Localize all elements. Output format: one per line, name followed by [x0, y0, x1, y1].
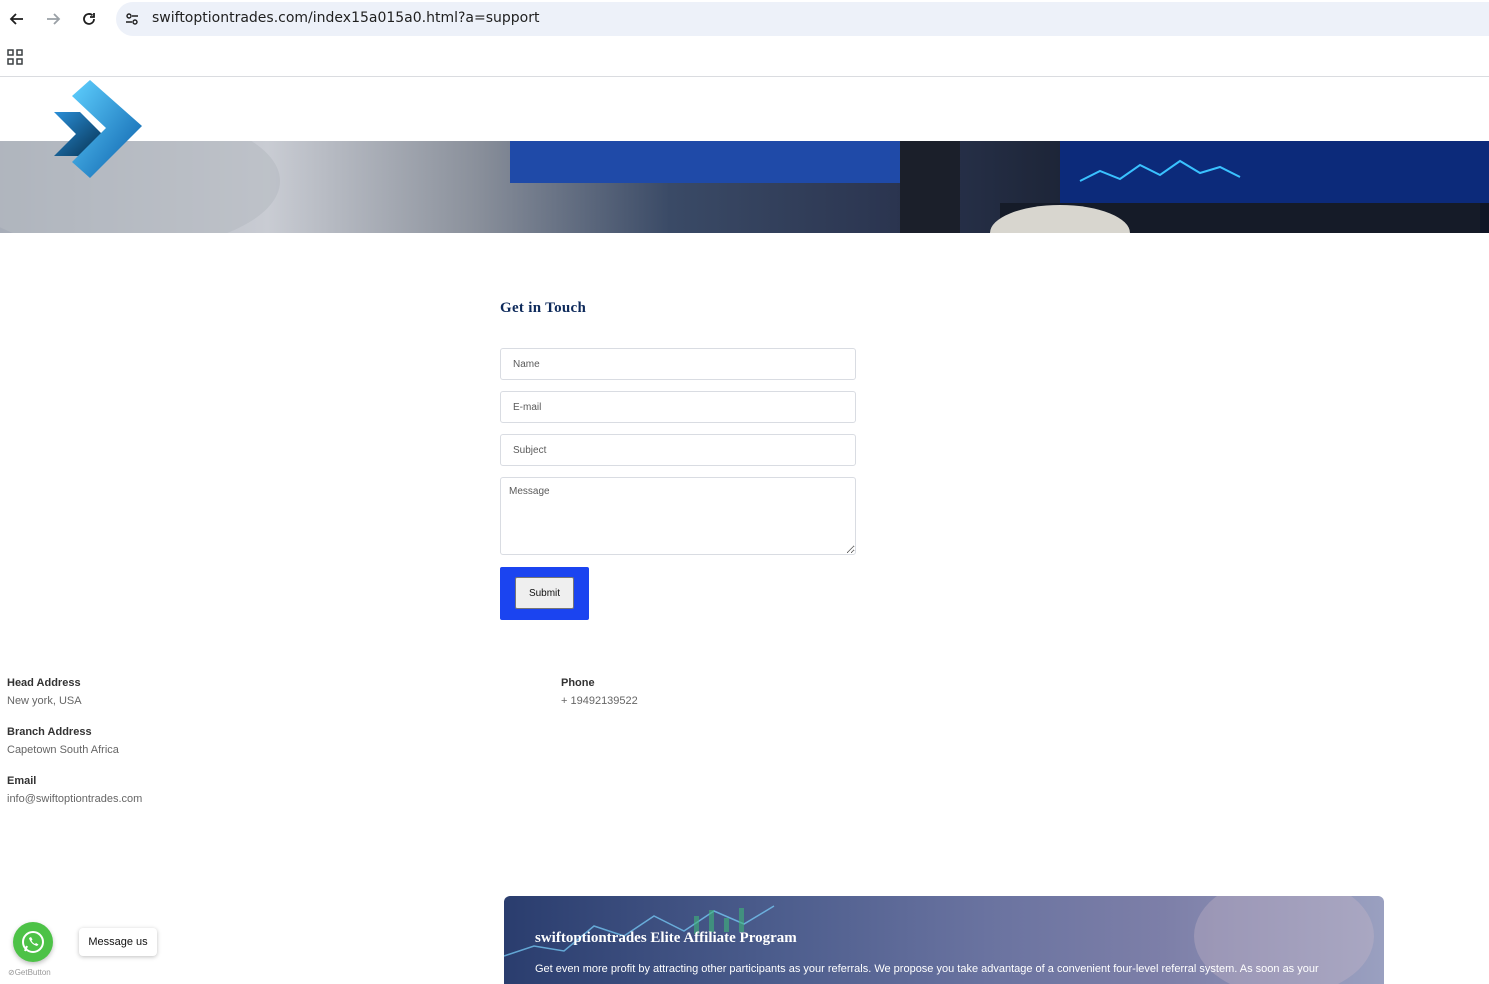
reload-button[interactable] — [78, 8, 100, 30]
branch-address-value: Capetown South Africa — [7, 744, 119, 756]
submit-button-container: Submit — [500, 567, 589, 620]
subject-input[interactable] — [500, 434, 856, 466]
apps-grid-icon[interactable] — [6, 48, 24, 66]
phone-label: Phone — [561, 677, 595, 689]
forward-button[interactable] — [42, 8, 64, 30]
reload-icon — [83, 13, 95, 25]
affiliate-banner: swiftoptiontrades Elite Affiliate Progra… — [504, 896, 1384, 984]
bookmarks-bar — [0, 38, 1489, 77]
submit-button[interactable]: Submit — [515, 577, 574, 609]
head-address-value: New york, USA — [7, 695, 82, 707]
site-header — [0, 77, 1489, 141]
site-info-icon[interactable] — [122, 9, 142, 29]
hero-trading-screens-image — [0, 141, 1489, 233]
address-bar[interactable]: swiftoptiontrades.com/index15a015a0.html… — [116, 2, 1489, 36]
whatsapp-message-label[interactable]: Message us — [79, 928, 157, 956]
back-button[interactable] — [6, 8, 28, 30]
branch-address-label: Branch Address — [7, 726, 92, 738]
message-textarea[interactable] — [500, 477, 856, 555]
contact-form-title: Get in Touch — [500, 300, 587, 316]
head-address-label: Head Address — [7, 677, 81, 689]
getbutton-credit-text: GetButton — [14, 968, 51, 977]
site-logo[interactable] — [50, 78, 146, 182]
affiliate-description: Get even more profit by attracting other… — [535, 963, 1319, 975]
affiliate-title: swiftoptiontrades Elite Affiliate Progra… — [535, 930, 797, 946]
whatsapp-button[interactable] — [13, 922, 53, 962]
email-input[interactable] — [500, 391, 856, 423]
url-text[interactable]: swiftoptiontrades.com/index15a015a0.html… — [152, 10, 540, 26]
back-arrow-icon — [9, 13, 23, 25]
getbutton-credit[interactable]: ⊘GetButton — [8, 968, 51, 977]
email-label: Email — [7, 775, 37, 787]
phone-value[interactable]: + 19492139522 — [561, 695, 638, 707]
browser-toolbar: swiftoptiontrades.com/index15a015a0.html… — [0, 0, 1489, 38]
hero-banner-image — [0, 141, 1489, 233]
forward-arrow-icon — [47, 13, 61, 25]
whatsapp-icon — [22, 931, 44, 953]
name-input[interactable] — [500, 348, 856, 380]
email-value[interactable]: info@swiftoptiontrades.com — [7, 793, 142, 805]
